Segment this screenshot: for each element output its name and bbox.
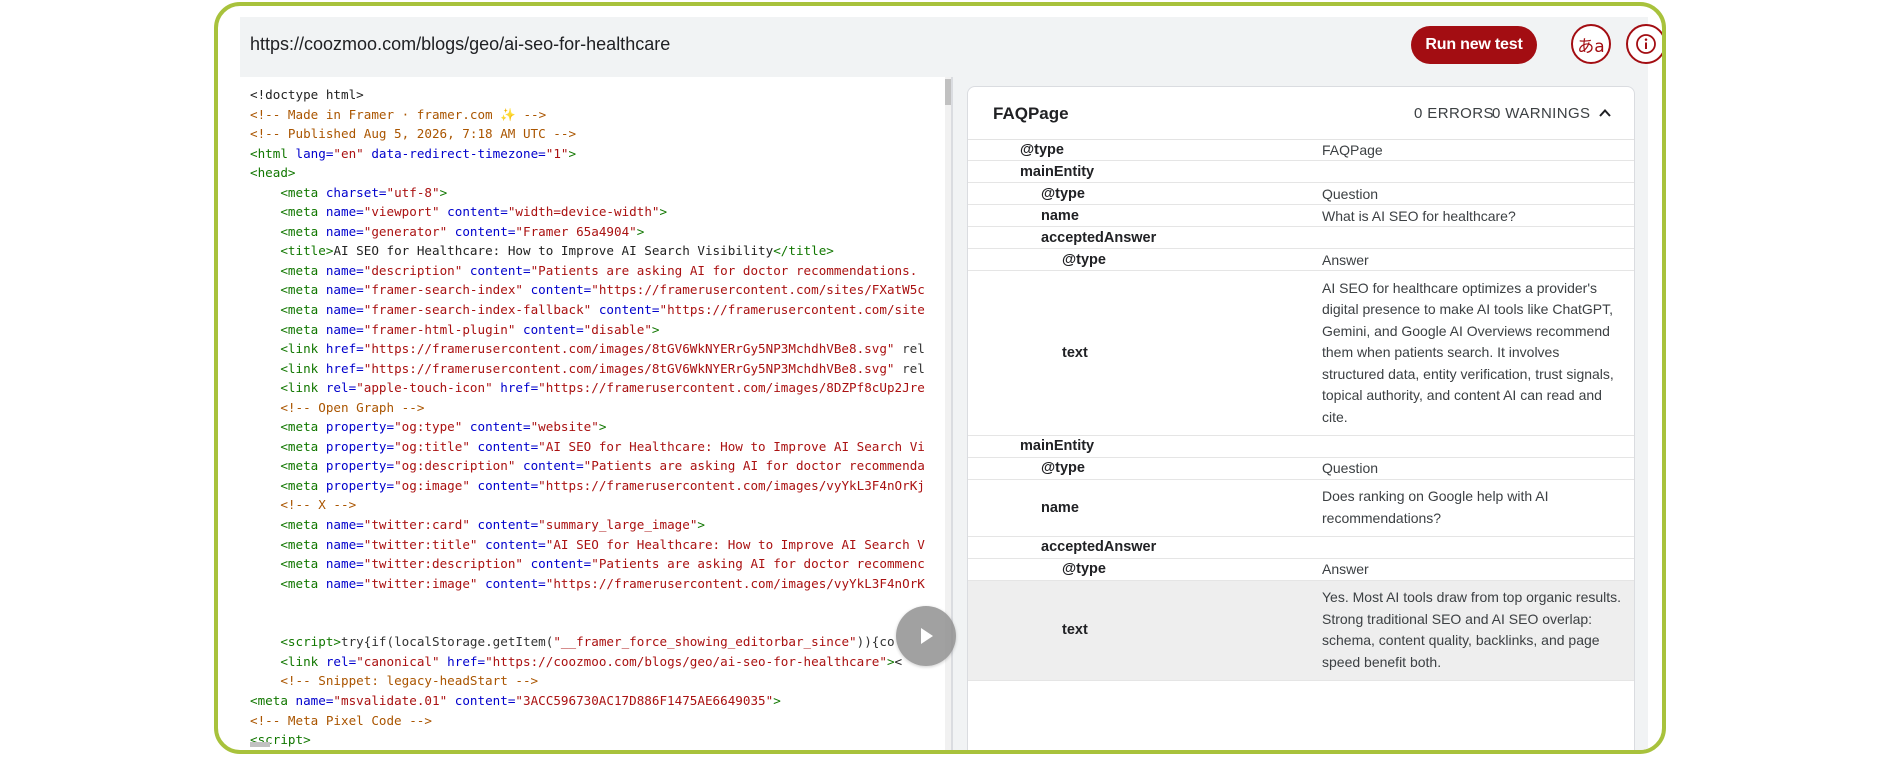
property-key: acceptedAnswer [1041,539,1157,555]
results-pane: FAQPage 0 ERRORS 0 WARNINGS @type FAQPage… [953,77,1648,750]
play-icon [921,628,933,644]
property-row: mainEntity [968,436,1634,458]
property-row: text Yes. Most AI tools draw from top org… [968,580,1634,681]
property-key: @type [1041,460,1085,476]
property-key: name [1041,207,1079,224]
property-value: Answer [1322,561,1369,577]
code-viewer[interactable]: <!doctype html> <!-- Made in Framer · fr… [240,77,951,750]
property-key: text [1062,344,1088,361]
language-button[interactable]: あa [1571,24,1611,64]
property-table: @type FAQPage mainEntity @type Question name W… [968,139,1634,681]
property-row: acceptedAnswer [968,537,1634,559]
chevron-up-icon [1599,109,1611,117]
property-key: text [1062,622,1088,638]
property-value: AI SEO for healthcare optimizes a provid… [1322,279,1614,425]
property-key: @type [1020,141,1064,158]
card-title: FAQPage [993,104,1069,123]
horizontal-scrollbar[interactable] [250,742,270,747]
code-content: <!doctype html> <!-- Made in Framer · fr… [250,87,925,748]
collapse-button[interactable] [1592,100,1618,126]
property-row: name What is AI SEO for healthcare? [968,205,1634,227]
property-value: FAQPage [1322,141,1383,158]
warnings-count: 0 WARNINGS [1492,105,1591,122]
url-display[interactable]: https://coozmoo.com/blogs/geo/ai-seo-for… [250,34,670,55]
property-key: mainEntity [1020,163,1095,180]
property-row: name Does ranking on Google help with AI … [968,480,1634,537]
property-value: Question [1322,460,1379,476]
property-row: @type FAQPage [968,139,1634,161]
property-row: @type Answer [968,559,1634,581]
play-button[interactable] [896,606,956,666]
property-value: What is AI SEO for healthcare? [1322,207,1516,224]
property-value: Question [1322,185,1379,202]
run-new-test-button[interactable]: Run new test [1411,26,1537,64]
property-value: Yes. Most AI tools draw from top organic… [1322,589,1622,670]
errors-count: 0 ERRORS [1414,105,1494,122]
property-key: @type [1062,251,1106,268]
property-key: mainEntity [1020,438,1095,454]
property-key: acceptedAnswer [1041,229,1157,246]
property-row: text AI SEO for healthcare optimizes a pr… [968,271,1634,436]
property-value: Does ranking on Google help with AI reco… [1322,488,1549,526]
property-value: Answer [1322,251,1369,268]
info-button[interactable] [1626,24,1662,64]
property-key: @type [1041,185,1085,202]
property-key: @type [1062,561,1106,577]
property-row: acceptedAnswer [968,227,1634,249]
info-icon [1636,34,1656,54]
property-row: mainEntity [968,161,1634,183]
property-row: @type Question [968,458,1634,480]
toolbar: https://coozmoo.com/blogs/geo/ai-seo-for… [240,17,1662,77]
property-key: name [1041,499,1079,516]
faqpage-card: FAQPage 0 ERRORS 0 WARNINGS @type FAQPage… [967,86,1635,750]
card-header[interactable]: FAQPage 0 ERRORS 0 WARNINGS [968,87,1634,140]
property-row: @type Answer [968,249,1634,271]
property-row: @type Question [968,183,1634,205]
